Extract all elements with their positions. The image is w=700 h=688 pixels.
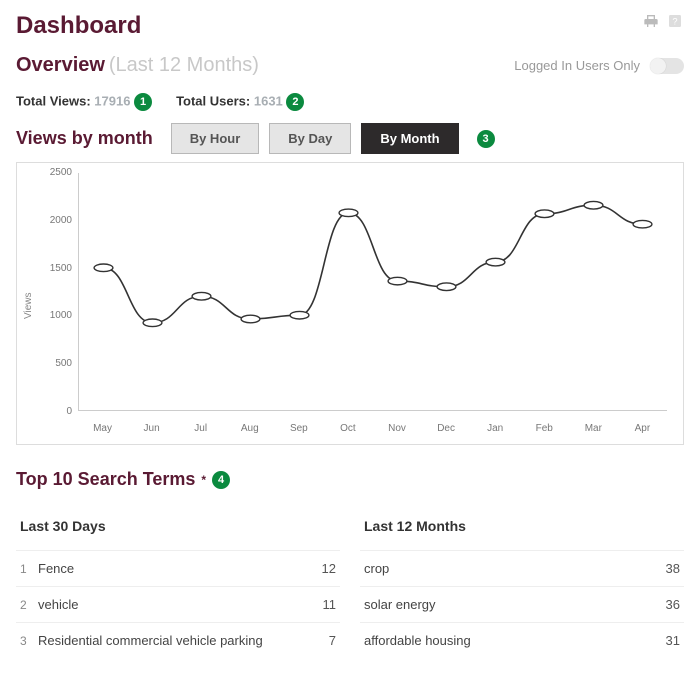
row-term: solar energy <box>364 597 650 612</box>
page-title: Dashboard <box>16 12 141 40</box>
help-icon[interactable]: ? <box>666 12 684 30</box>
chart-xtick: Aug <box>225 423 274 434</box>
annotation-4: 4 <box>212 471 230 489</box>
row-count: 12 <box>306 561 336 576</box>
chart-ytick: 1500 <box>36 263 72 274</box>
chart-xtick: Sep <box>274 423 323 434</box>
chart-ytick: 500 <box>36 358 72 369</box>
by-day-button[interactable]: By Day <box>269 123 351 154</box>
row-term: Residential commercial vehicle parking <box>38 633 306 648</box>
total-views-value: 17916 <box>94 93 130 108</box>
svg-text:?: ? <box>672 16 677 26</box>
total-users-label: Total Users: <box>176 93 250 108</box>
row-term: vehicle <box>38 597 306 612</box>
search-terms-title: Top 10 Search Terms <box>16 469 195 490</box>
table-row: 3Residential commercial vehicle parking7 <box>16 622 340 658</box>
row-term: affordable housing <box>364 633 650 648</box>
chart-ytick: 0 <box>36 406 72 417</box>
chart-xtick: May <box>78 423 127 434</box>
chart-ytick: 2000 <box>36 215 72 226</box>
by-hour-button[interactable]: By Hour <box>171 123 260 154</box>
views-by-month-title: Views by month <box>16 128 153 149</box>
row-term: Fence <box>38 561 306 576</box>
search-terms-star: * <box>201 473 206 487</box>
logged-in-label: Logged In Users Only <box>514 58 640 73</box>
annotation-2: 2 <box>286 93 304 111</box>
print-icon[interactable] <box>642 12 660 30</box>
row-count: 36 <box>650 597 680 612</box>
total-views-label: Total Views: <box>16 93 91 108</box>
logged-in-toggle[interactable] <box>650 58 684 74</box>
chart-xtick: Jul <box>176 423 225 434</box>
views-chart: Views 2500 2000 1500 1000 500 0 MayJunJulAugS… <box>16 162 684 445</box>
row-rank: 3 <box>20 634 38 648</box>
chart-xtick: Oct <box>323 423 372 434</box>
chart-xtick: Feb <box>520 423 569 434</box>
total-users-value: 1631 <box>254 93 283 108</box>
row-count: 38 <box>650 561 680 576</box>
annotation-1: 1 <box>134 93 152 111</box>
row-rank: 1 <box>20 562 38 576</box>
chart-xtick: Nov <box>372 423 421 434</box>
chart-xtick: Mar <box>569 423 618 434</box>
chart-xtick: Jan <box>471 423 520 434</box>
row-count: 11 <box>306 597 336 612</box>
chart-ytick: 2500 <box>36 167 72 178</box>
row-count: 7 <box>306 633 336 648</box>
row-term: crop <box>364 561 650 576</box>
row-count: 31 <box>650 633 680 648</box>
table-row: 2vehicle11 <box>16 586 340 622</box>
annotation-3: 3 <box>477 130 495 148</box>
last-30-days-table: Last 30 Days 1Fence122vehicle113Resident… <box>16 508 340 658</box>
chart-xtick: Apr <box>618 423 667 434</box>
chart-ytick: 1000 <box>36 310 72 321</box>
chart-ylabel: Views <box>21 167 36 444</box>
last-12-months-heading: Last 12 Months <box>360 508 684 550</box>
table-row: solar energy36 <box>360 586 684 622</box>
chart-xtick: Jun <box>127 423 176 434</box>
chart-xtick: Dec <box>422 423 471 434</box>
last-12-months-table: Last 12 Months crop38solar energy36affor… <box>360 508 684 658</box>
row-rank: 2 <box>20 598 38 612</box>
table-row: crop38 <box>360 550 684 586</box>
by-month-button[interactable]: By Month <box>361 123 458 154</box>
overview-subtitle: (Last 12 Months) <box>109 54 259 76</box>
table-row: 1Fence12 <box>16 550 340 586</box>
overview-title: Overview <box>16 54 105 76</box>
table-row: affordable housing31 <box>360 622 684 658</box>
last-30-days-heading: Last 30 Days <box>16 508 340 550</box>
